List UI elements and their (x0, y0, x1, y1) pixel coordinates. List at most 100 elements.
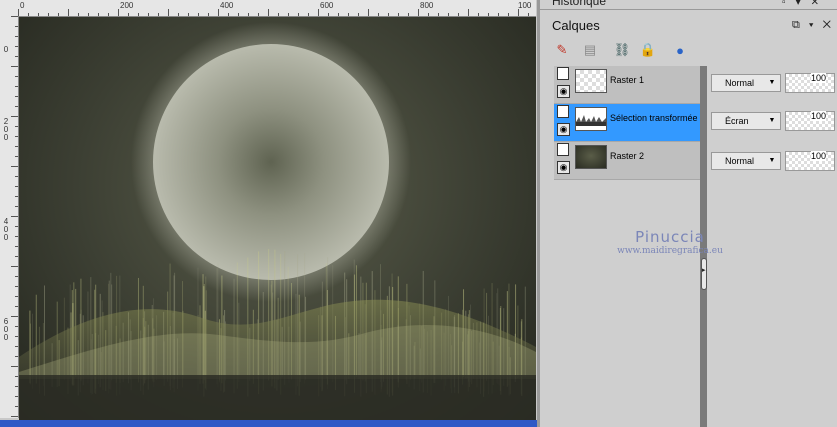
sun-disk (153, 44, 389, 280)
close-icon[interactable]: ✕ (823, 19, 831, 31)
menu-arrow-icon[interactable]: ▾ (809, 19, 814, 31)
dropdown-arrow-icon: ▼ (768, 117, 776, 124)
link-icon[interactable]: ⛓ (612, 40, 632, 60)
ruler-tick (15, 226, 18, 227)
ruler-label: 400 (220, 1, 234, 10)
dropdown-arrow-icon: ▼ (768, 157, 776, 164)
ruler-tick (528, 13, 529, 16)
ruler-tick (378, 13, 379, 16)
chevron-right-icon: ▸ (702, 267, 706, 274)
ruler-tick (38, 13, 39, 16)
blend-mode-value: Écran (725, 116, 749, 126)
layers-window-controls[interactable]: ⧉ ▾ ✕ (792, 19, 831, 32)
ruler-tick (488, 13, 489, 16)
ruler-tick (15, 346, 18, 347)
opacity-field[interactable]: 100 (785, 73, 835, 93)
image-canvas[interactable] (19, 17, 536, 420)
ruler-tick (15, 106, 18, 107)
lock-icon[interactable]: 🔒 (638, 40, 658, 60)
ruler-tick (258, 13, 259, 16)
layers-panel-header: Calques ⧉ ▾ ✕ (540, 13, 837, 39)
ruler-tick (15, 136, 18, 137)
historique-controls[interactable]: ▫▾✕ (782, 0, 829, 8)
ruler-tick (158, 13, 159, 16)
ruler-tick (18, 9, 19, 16)
ruler-tick (15, 406, 18, 407)
scrollbar-thumb[interactable] (701, 258, 707, 290)
ruler-tick (11, 316, 18, 317)
ruler-tick (198, 13, 199, 16)
opacity-field[interactable]: 100 (785, 111, 835, 131)
ruler-tick (15, 36, 18, 37)
ruler-tick (328, 13, 329, 16)
ruler-tick (448, 13, 449, 16)
ruler-tick (218, 9, 219, 16)
layer-row-raster-1[interactable]: ◉ Raster 1 (554, 66, 700, 104)
ruler-tick (15, 176, 18, 177)
blend-mode-value: Normal (725, 156, 755, 166)
ruler-tick (368, 9, 369, 16)
ruler-label: 800 (420, 1, 434, 10)
ruler-tick (15, 26, 18, 27)
ruler-label: 200 (3, 117, 9, 142)
ruler-tick (78, 13, 79, 16)
ruler-tick (88, 13, 89, 16)
visibility-eye-icon[interactable]: ◉ (557, 123, 570, 136)
ruler-tick (388, 13, 389, 16)
right-panels: Historique ▫▾✕ Calques ⧉ ▾ ✕ ✎ ▤ ⛓ 🔒 ● ◉… (540, 0, 837, 427)
ruler-tick (15, 96, 18, 97)
visibility-eye-icon[interactable]: ◉ (557, 85, 570, 98)
ruler-label: 100 (518, 1, 532, 10)
ruler-tick (15, 46, 18, 47)
ruler-tick (15, 326, 18, 327)
ruler-tick (11, 116, 18, 117)
layers-list: ◉ Raster 1 ◉ Sélection transformée ◉ Ras… (554, 66, 700, 181)
layer-thumbnail (575, 145, 607, 169)
opacity-value: 100 (810, 151, 826, 161)
ruler-tick (228, 13, 229, 16)
horizontal-ruler: 0 200 400 600 800 100 (18, 0, 536, 17)
ruler-tick (278, 13, 279, 16)
new-raster-layer-icon[interactable]: ✎ (552, 40, 572, 60)
ruler-tick (418, 9, 419, 16)
restore-icon[interactable]: ⧉ (792, 19, 800, 31)
blend-mode-select[interactable]: Écran ▼ (711, 112, 781, 130)
ruler-tick (358, 13, 359, 16)
ruler-tick (15, 296, 18, 297)
selection-thumbnail-art (576, 115, 606, 126)
ruler-tick (15, 356, 18, 357)
ruler-label: 600 (3, 317, 9, 342)
ruler-tick (478, 13, 479, 16)
ruler-tick (508, 13, 509, 16)
layer-name: Sélection transformée (610, 113, 698, 123)
ruler-tick (15, 186, 18, 187)
ruler-tick (15, 286, 18, 287)
mask-icon[interactable]: ● (670, 40, 690, 60)
layers-panel-title: Calques (552, 18, 600, 33)
ruler-tick (338, 13, 339, 16)
ruler-tick (15, 396, 18, 397)
ruler-tick (15, 256, 18, 257)
ruler-tick (15, 306, 18, 307)
blend-mode-select[interactable]: Normal ▼ (711, 152, 781, 170)
ruler-tick (28, 13, 29, 16)
ruler-tick (15, 86, 18, 87)
ruler-tick (15, 156, 18, 157)
ruler-tick (288, 13, 289, 16)
ruler-label: 0 (3, 45, 9, 54)
ruler-label: 600 (320, 1, 334, 10)
ruler-tick (108, 13, 109, 16)
layer-row-raster-2[interactable]: ◉ Raster 2 (554, 142, 700, 180)
opacity-field[interactable]: 100 (785, 151, 835, 171)
visibility-eye-icon[interactable]: ◉ (557, 161, 570, 174)
ruler-label: 200 (120, 1, 134, 10)
ruler-tick (518, 9, 519, 16)
ruler-tick (268, 9, 269, 16)
ruler-tick (15, 276, 18, 277)
new-vector-layer-icon[interactable]: ▤ (580, 40, 600, 60)
blend-mode-select[interactable]: Normal ▼ (711, 74, 781, 92)
workspace: 0 200 400 600 800 100 0 200 400 600 (0, 0, 538, 427)
layer-row-selection-transformee[interactable]: ◉ Sélection transformée (554, 104, 700, 142)
ruler-tick (248, 13, 249, 16)
ruler-tick (11, 166, 18, 167)
